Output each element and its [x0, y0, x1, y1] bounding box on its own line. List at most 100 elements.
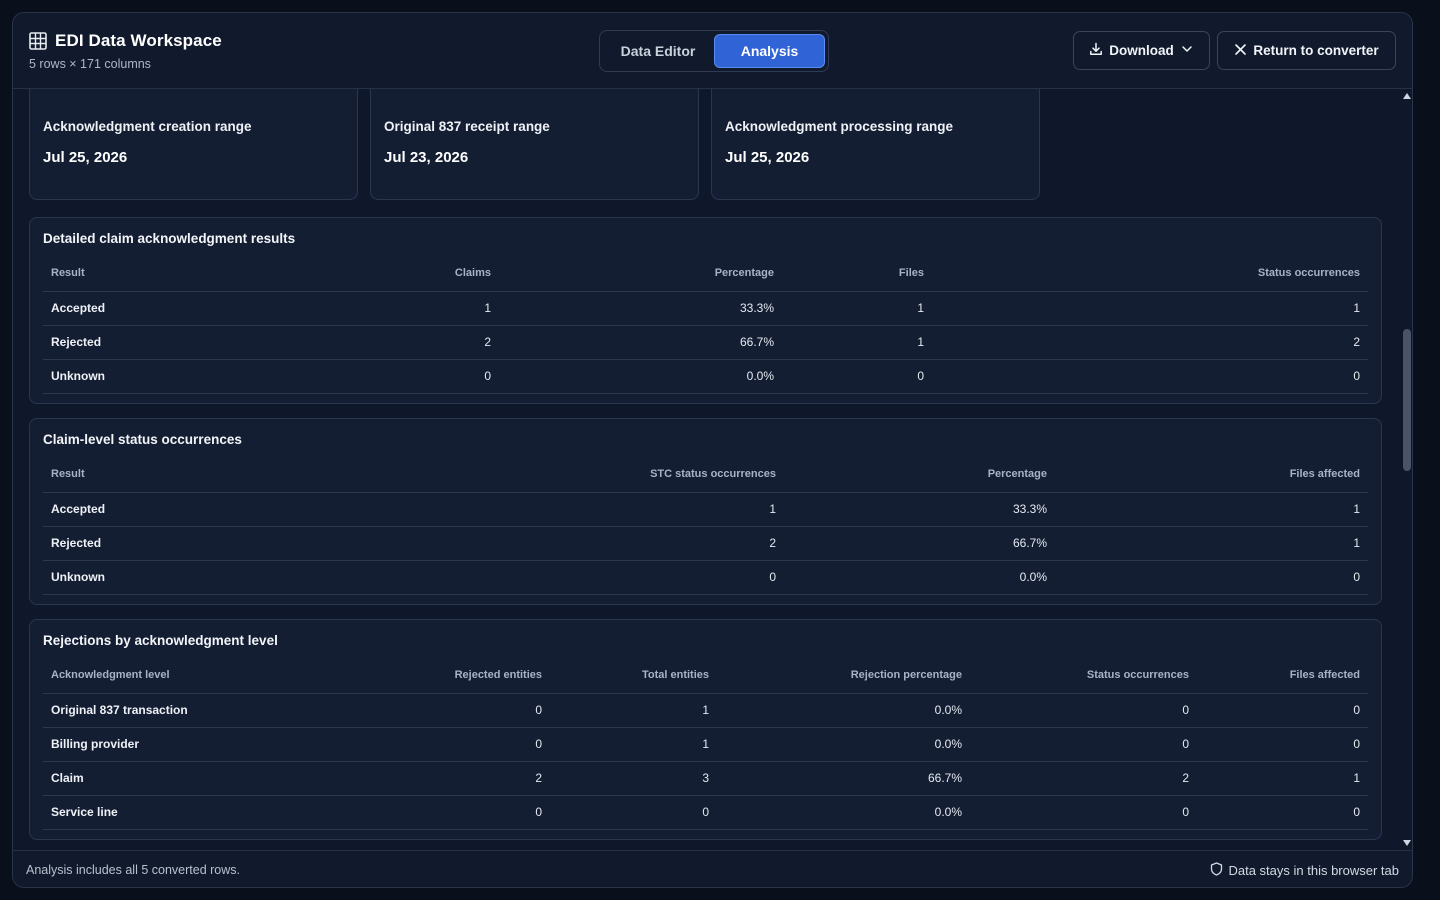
- view-switcher: Data Editor Analysis: [599, 30, 829, 72]
- analysis-scope-note: Analysis includes all 5 converted rows.: [26, 863, 240, 877]
- tab-data-editor[interactable]: Data Editor: [604, 34, 712, 68]
- claim-level-table: Result STC status occurrences Percentage…: [43, 457, 1368, 595]
- vertical-scrollbar[interactable]: [1400, 89, 1412, 850]
- rejections-panel: Rejections by acknowledgment level Ackno…: [29, 619, 1382, 840]
- close-icon: [1234, 43, 1247, 59]
- stat-card-837-receipt: Original 837 receipt range Jul 23, 2026: [370, 89, 699, 200]
- table-cell: 33.3%: [784, 492, 1055, 527]
- scroll-down-arrow-icon[interactable]: [1403, 840, 1411, 846]
- table-cell: 1: [1055, 526, 1368, 561]
- rejections-table: Acknowledgment level Rejected entities T…: [43, 658, 1368, 830]
- analysis-content: Acknowledgment creation range Jul 25, 20…: [13, 89, 1400, 850]
- table-cell: 2: [290, 761, 550, 796]
- download-label: Download: [1109, 43, 1174, 58]
- table-cell: Accepted: [43, 492, 363, 527]
- table-cell: 2: [970, 761, 1197, 796]
- footer: Analysis includes all 5 converted rows. …: [13, 850, 1412, 887]
- table-row: Claim 2 3 66.7% 2 1: [43, 761, 1368, 796]
- workspace-window: EDI Data Workspace 5 rows × 171 columns …: [12, 12, 1413, 888]
- table-cell: 2: [363, 325, 499, 360]
- column-header: Rejected entities: [290, 658, 550, 694]
- table-cell: 1: [782, 291, 932, 326]
- scroll-up-arrow-icon[interactable]: [1403, 93, 1411, 99]
- table-cell: 0: [290, 727, 550, 762]
- table-cell: 2: [932, 325, 1368, 360]
- detailed-results-panel: Detailed claim acknowledgment results Re…: [29, 217, 1382, 404]
- table-header-row: Result Claims Percentage Files Status oc…: [43, 256, 1368, 292]
- chevron-down-icon: [1180, 42, 1194, 59]
- column-header: Percentage: [499, 256, 782, 292]
- table-cell: 33.3%: [499, 291, 782, 326]
- grid-icon: [29, 32, 47, 50]
- column-header: Status occurrences: [970, 658, 1197, 694]
- table-cell: Original 837 transaction: [43, 693, 290, 728]
- panel-title: Claim-level status occurrences: [43, 432, 242, 447]
- table-cell: 1: [1055, 492, 1368, 527]
- stat-value: Jul 23, 2026: [384, 149, 469, 166]
- privacy-note: Data stays in this browser tab: [1210, 862, 1399, 879]
- dataset-dimensions: 5 rows × 171 columns: [29, 57, 151, 71]
- table-cell: Claim: [43, 761, 290, 796]
- table-cell: 0: [550, 795, 717, 830]
- return-label: Return to converter: [1253, 43, 1379, 58]
- table-cell: 0: [970, 693, 1197, 728]
- table-cell: 1: [363, 291, 499, 326]
- table-row: Accepted 1 33.3% 1 1: [43, 291, 1368, 326]
- header: EDI Data Workspace 5 rows × 171 columns …: [13, 13, 1412, 89]
- stat-value: Jul 25, 2026: [725, 149, 810, 166]
- privacy-label: Data stays in this browser tab: [1228, 863, 1399, 878]
- detailed-results-table: Result Claims Percentage Files Status oc…: [43, 256, 1368, 394]
- table-cell: 66.7%: [784, 526, 1055, 561]
- table-cell: Rejected: [43, 526, 363, 561]
- stat-label: Acknowledgment processing range: [725, 119, 954, 134]
- table-cell: 0: [1197, 727, 1368, 762]
- table-row: Rejected 2 66.7% 1 2: [43, 325, 1368, 360]
- table-cell: 0: [932, 359, 1368, 394]
- title-row: EDI Data Workspace: [29, 31, 222, 51]
- table-cell: 1: [550, 727, 717, 762]
- table-header-row: Result STC status occurrences Percentage…: [43, 457, 1368, 493]
- table-cell: Rejected: [43, 325, 363, 360]
- table-cell: Service line: [43, 795, 290, 830]
- table-cell: 0.0%: [717, 727, 970, 762]
- tab-analysis[interactable]: Analysis: [714, 34, 825, 68]
- table-row: Service line 0 0 0.0% 0 0: [43, 795, 1368, 830]
- table-cell: 1: [363, 492, 784, 527]
- table-cell: 1: [550, 693, 717, 728]
- claim-level-panel: Claim-level status occurrences Result ST…: [29, 418, 1382, 605]
- download-icon: [1089, 42, 1103, 59]
- table-cell: Billing provider: [43, 727, 290, 762]
- column-header: Files affected: [1055, 457, 1368, 493]
- scrollbar-thumb[interactable]: [1403, 329, 1411, 471]
- table-cell: 0: [1197, 795, 1368, 830]
- table-row: Billing provider 0 1 0.0% 0 0: [43, 727, 1368, 762]
- stat-label: Original 837 receipt range: [384, 119, 550, 134]
- download-button[interactable]: Download: [1073, 31, 1210, 70]
- table-cell: 0.0%: [784, 560, 1055, 595]
- table-cell: Unknown: [43, 560, 363, 595]
- table-cell: 0: [782, 359, 932, 394]
- table-cell: 0.0%: [717, 693, 970, 728]
- return-to-converter-button[interactable]: Return to converter: [1217, 31, 1396, 70]
- column-header: Acknowledgment level: [43, 658, 290, 694]
- column-header: Percentage: [784, 457, 1055, 493]
- column-header: Result: [43, 457, 363, 493]
- stat-value: Jul 25, 2026: [43, 149, 128, 166]
- page-title: EDI Data Workspace: [55, 31, 222, 50]
- table-cell: 0: [363, 560, 784, 595]
- table-cell: 66.7%: [717, 761, 970, 796]
- table-cell: 0: [1197, 693, 1368, 728]
- column-header: Files: [782, 256, 932, 292]
- table-cell: 2: [363, 526, 784, 561]
- table-row: Rejected 2 66.7% 1: [43, 526, 1368, 561]
- column-header: Status occurrences: [932, 256, 1368, 292]
- table-cell: 1: [932, 291, 1368, 326]
- column-header: Rejection percentage: [717, 658, 970, 694]
- table-cell: 0: [970, 795, 1197, 830]
- table-cell: 0: [1055, 560, 1368, 595]
- table-cell: 0.0%: [499, 359, 782, 394]
- table-header-row: Acknowledgment level Rejected entities T…: [43, 658, 1368, 694]
- table-cell: 3: [550, 761, 717, 796]
- table-cell: 1: [782, 325, 932, 360]
- table-cell: Accepted: [43, 291, 363, 326]
